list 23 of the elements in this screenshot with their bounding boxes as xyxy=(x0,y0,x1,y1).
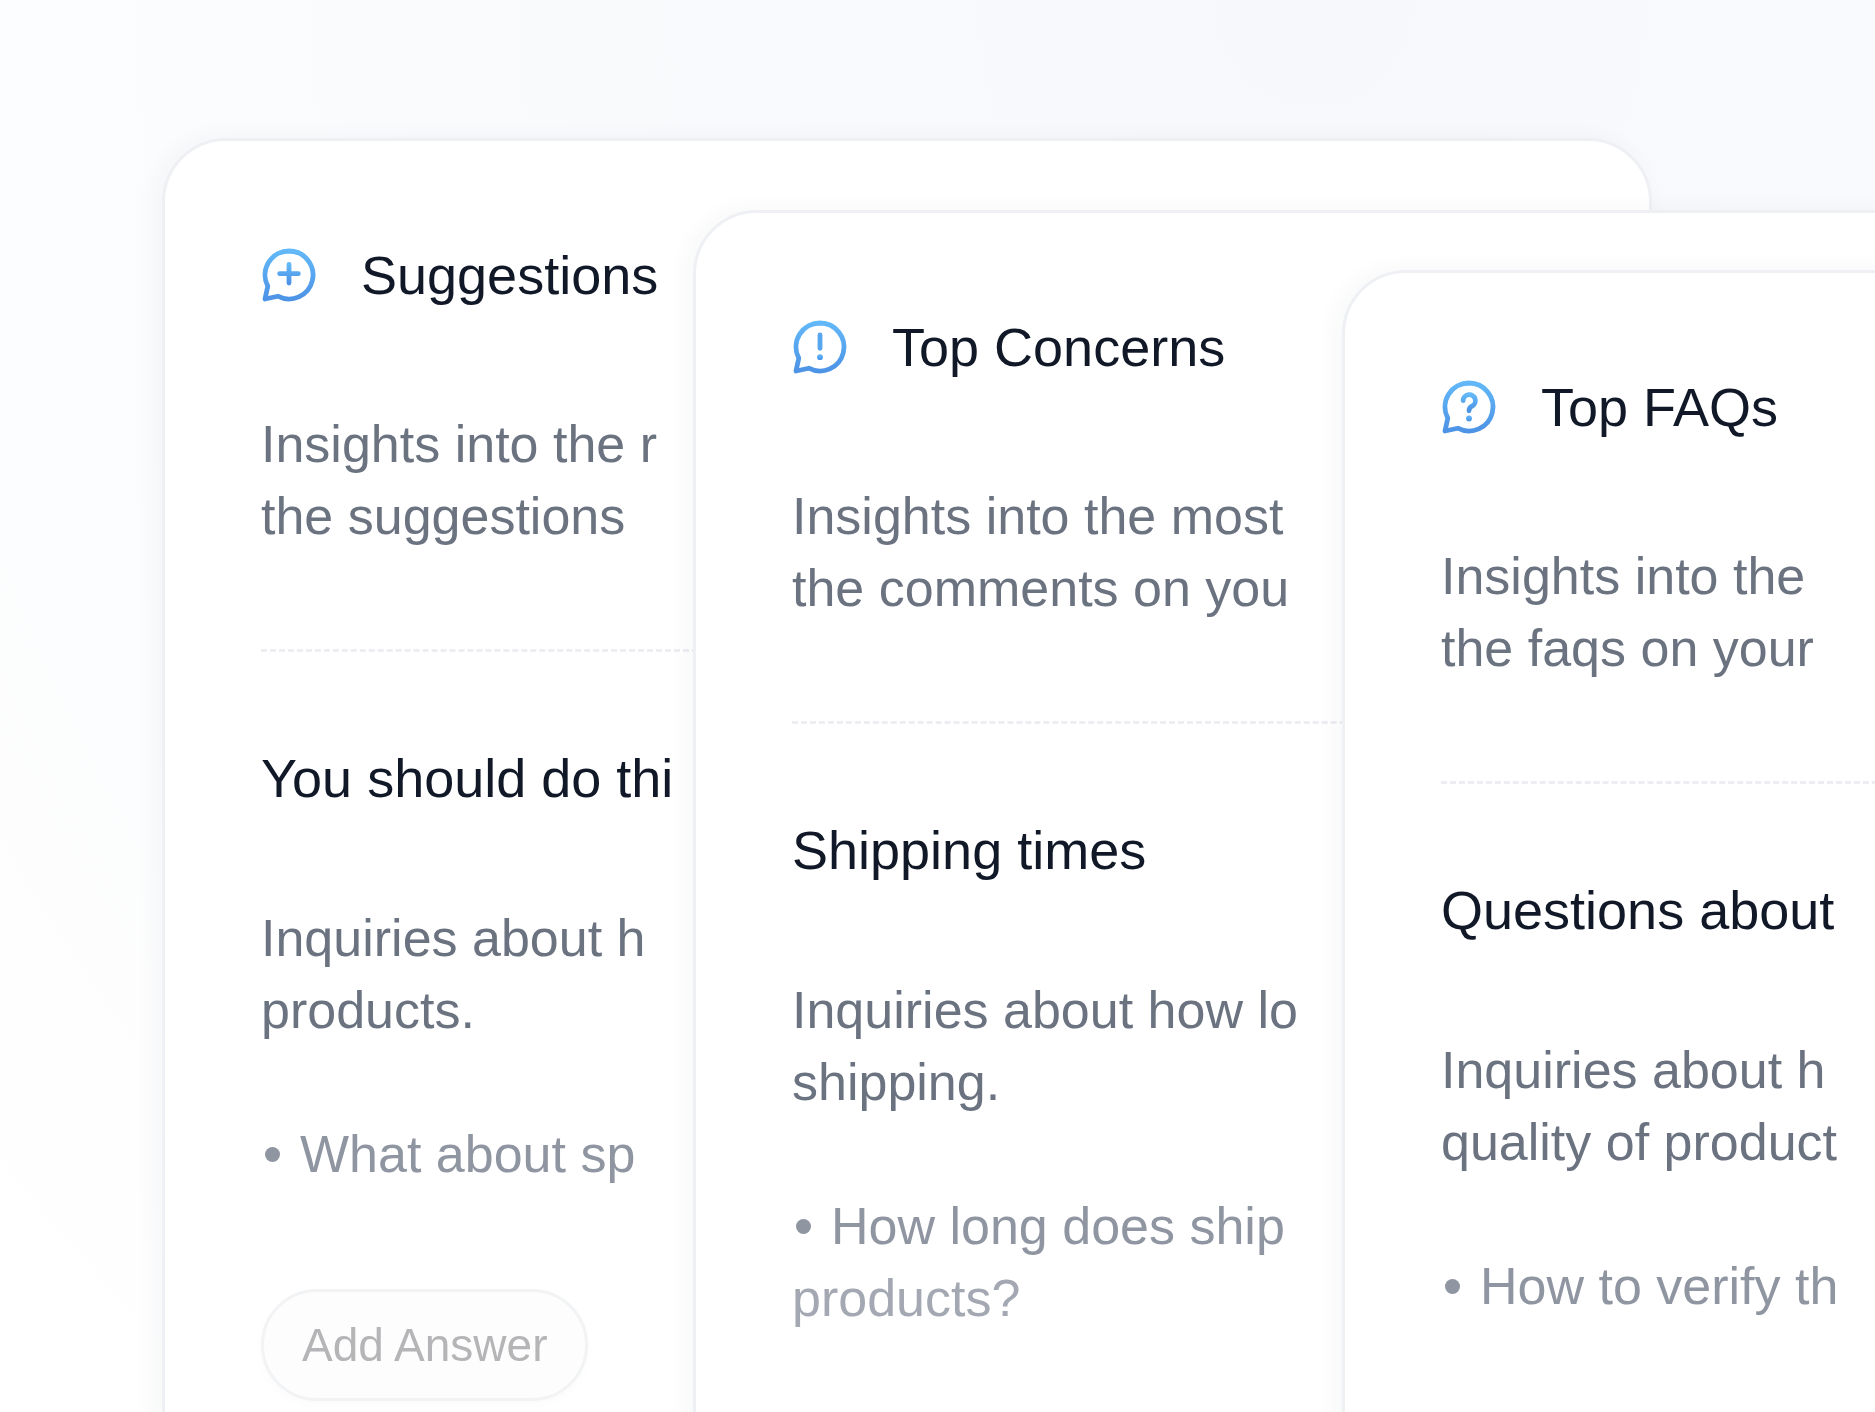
description-text: Insights into the xyxy=(1441,546,1806,607)
description-text: the suggestions xyxy=(261,486,626,547)
topic-description: shipping. xyxy=(792,1052,1001,1113)
topic-description: Inquiries about how lo xyxy=(792,980,1298,1041)
description-text: the faqs on your xyxy=(1441,618,1814,679)
topic-heading: You should do thi xyxy=(261,747,674,810)
bullet-text: What about sp xyxy=(300,1124,636,1185)
card-title: Suggestions xyxy=(361,244,659,306)
bullet-text: products? xyxy=(792,1268,1021,1329)
topic-description: Inquiries about h xyxy=(261,908,646,969)
topic-description: products. xyxy=(261,980,475,1041)
description-text: Insights into the most xyxy=(792,486,1284,547)
add-answer-button[interactable]: Add Answer xyxy=(261,1289,589,1401)
card-title: Top FAQs xyxy=(1541,376,1779,438)
topic-heading: Shipping times xyxy=(792,819,1147,882)
bullet-text: How to verify th xyxy=(1480,1256,1839,1317)
topic-heading: Questions about xyxy=(1441,879,1835,942)
topic-description: Inquiries about h xyxy=(1441,1040,1826,1101)
description-text: the comments on you xyxy=(792,558,1290,619)
bullet-text: How long does ship xyxy=(831,1196,1285,1257)
card-title: Top Concerns xyxy=(892,316,1226,378)
topic-description: quality of product xyxy=(1441,1112,1838,1173)
description-text: Insights into the r xyxy=(261,414,657,475)
